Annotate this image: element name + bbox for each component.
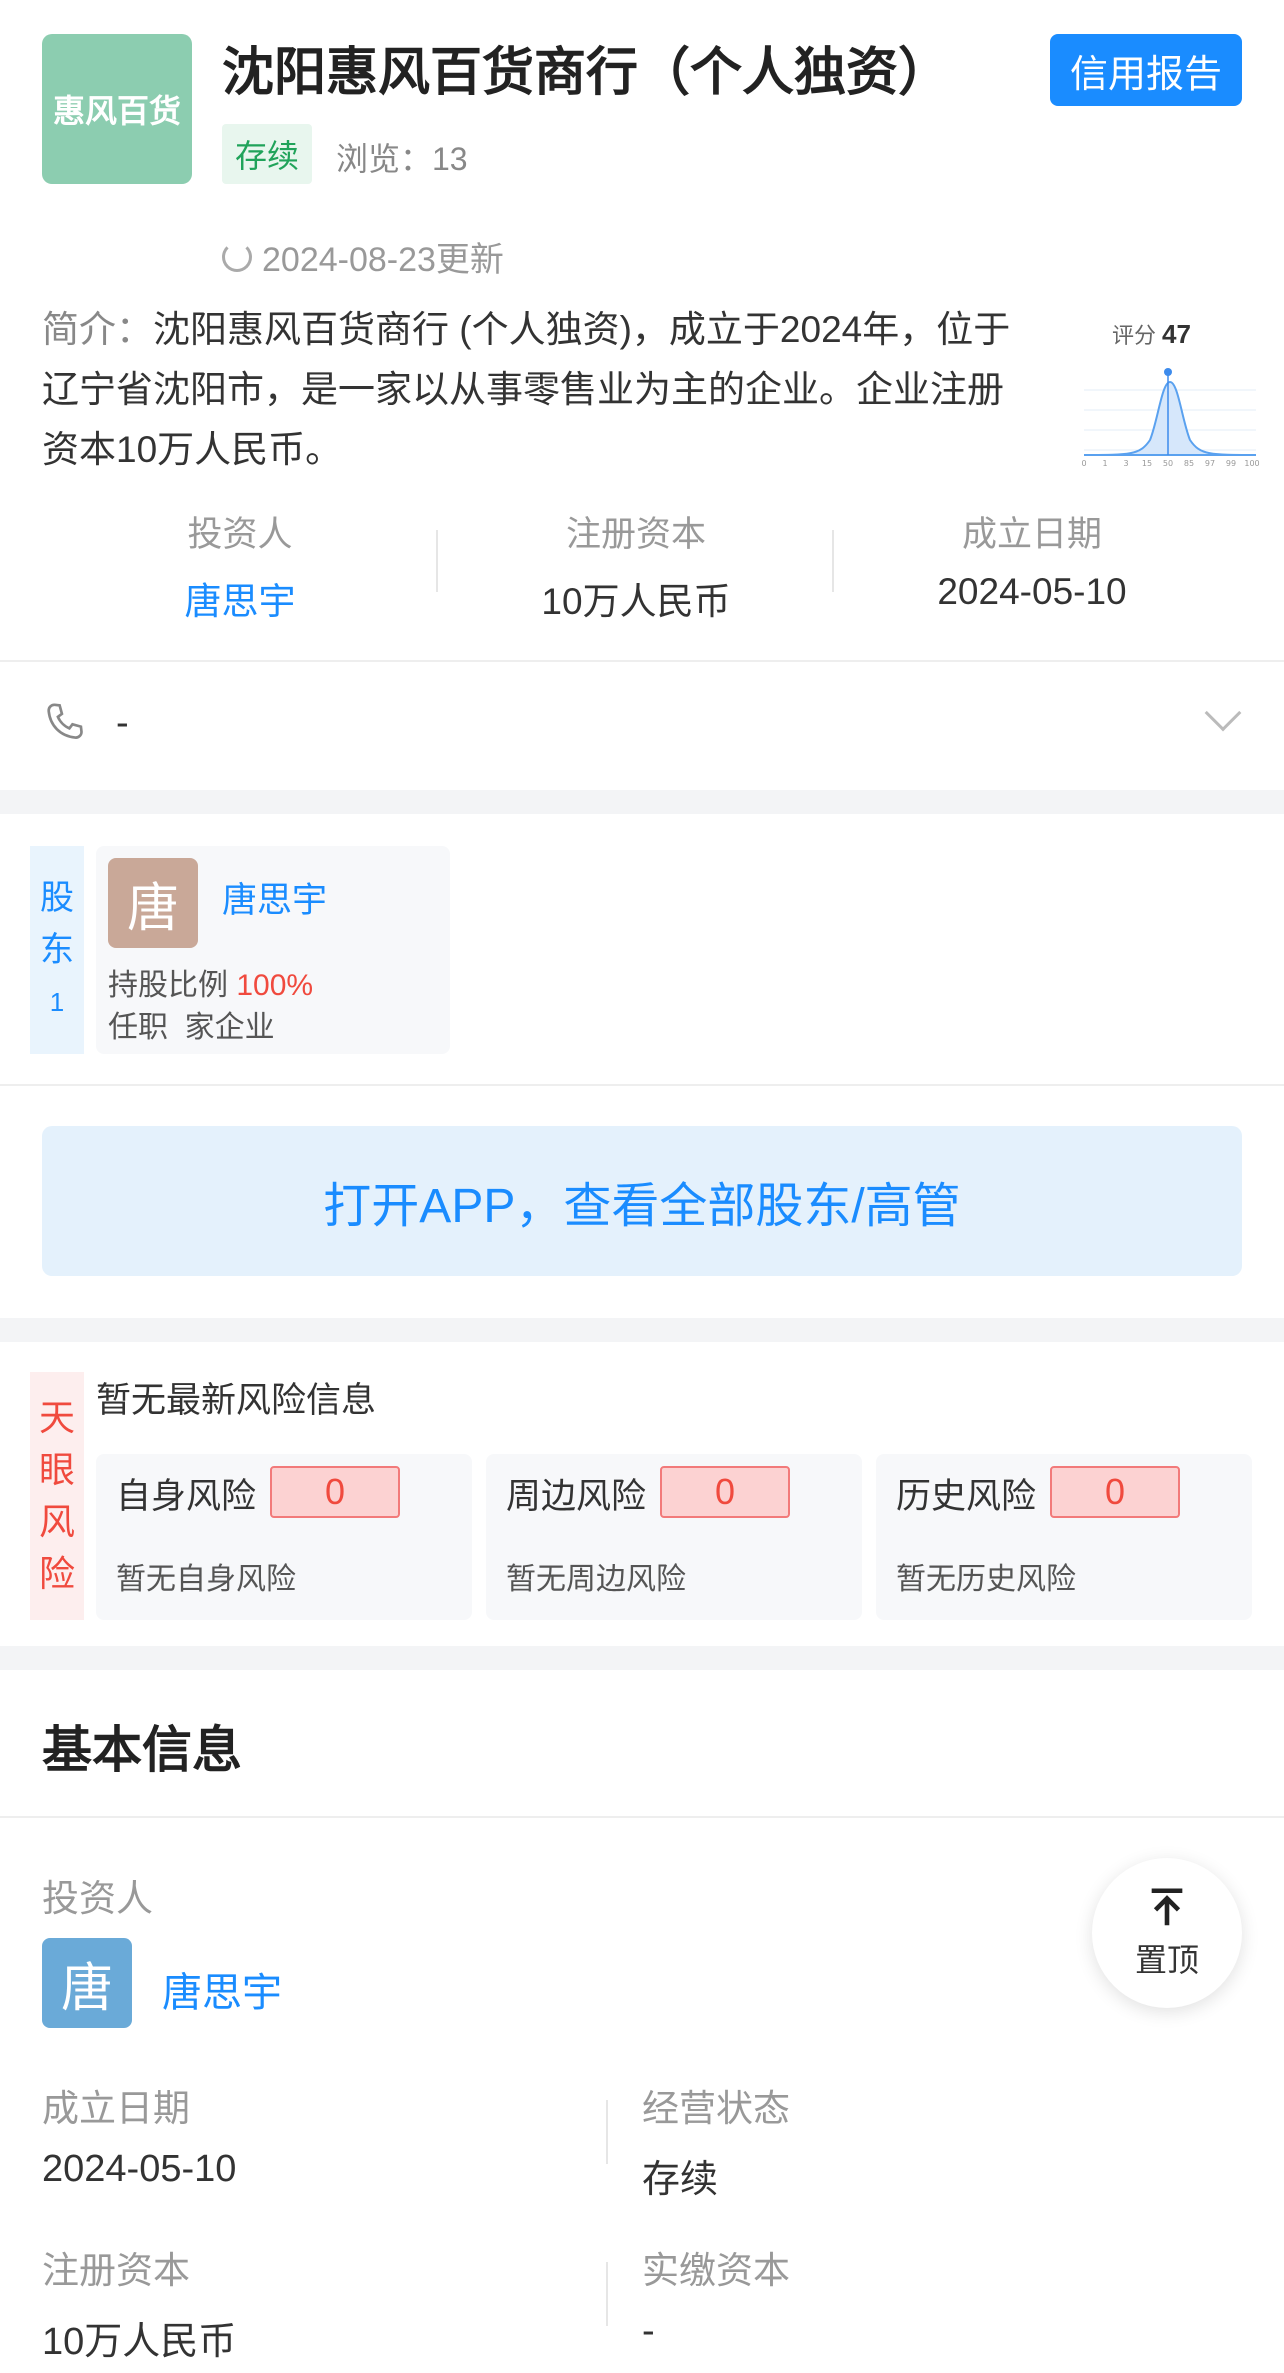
risk-tag: 天 眼 风 险 [30, 1372, 84, 1620]
score-tick-label: 15 [1142, 459, 1152, 468]
credit-report-button[interactable]: 信用报告 [1050, 34, 1242, 106]
score-tick-label: 50 [1163, 459, 1173, 468]
arrow-up-icon [1151, 1888, 1183, 1926]
avatar: 唐 [42, 1938, 132, 2028]
risk-card-self[interactable]: 自身风险 0 暂无自身风险 [96, 1454, 472, 1620]
tag-char: 股 [40, 879, 74, 917]
divider [0, 660, 1284, 662]
risk-count: 0 [270, 1466, 400, 1518]
divider [0, 1816, 1284, 1818]
phone-icon [47, 703, 83, 739]
tag-char: 东 [40, 931, 74, 969]
refresh-icon [222, 241, 252, 272]
field-label: 实缴资本 [642, 2250, 790, 2291]
basic-info-title: 基本信息 [42, 1722, 242, 1778]
divider [436, 530, 438, 592]
score-tick-label: 0 [1081, 459, 1086, 468]
field-value: - [642, 2310, 655, 2352]
tag-char: 险 [38, 1553, 75, 1594]
shareholder-role: 任职 家企业 [108, 1002, 275, 1046]
field-value: 2024-05-10 [42, 2148, 237, 2190]
risk-card-history[interactable]: 历史风险 0 暂无历史风险 [876, 1454, 1252, 1620]
update-date: 2024-08-23更新 [262, 241, 504, 279]
score-distribution-chart[interactable]: 0 1 3 15 50 85 97 99 100 [1080, 360, 1260, 470]
score-caption: 评分 [1112, 323, 1157, 348]
risk-count: 0 [1050, 1466, 1180, 1518]
divider [832, 530, 834, 592]
field-label: 注册资本 [42, 2250, 190, 2291]
score-value: 47 [1162, 319, 1191, 349]
intro-label: 简介： [42, 309, 153, 350]
chevron-down-icon[interactable] [1204, 694, 1242, 732]
open-app-button[interactable]: 打开APP，查看全部股东/高管 [42, 1126, 1242, 1276]
tag-char: 眼 [38, 1449, 75, 1490]
field-label: 成立日期 [42, 2088, 190, 2129]
phone-row[interactable]: - [42, 700, 129, 746]
stat-investor[interactable]: 投资人 唐思宇 [70, 506, 410, 625]
stat-label: 注册资本 [565, 515, 706, 554]
role-value: 家企业 [184, 1011, 275, 1044]
score-marker-dot [1164, 368, 1172, 376]
shareholder-card[interactable]: 唐 唐思宇 持股比例 100% 任职 家企业 [96, 846, 450, 1054]
risk-headline: 暂无最新风险信息 [96, 1381, 377, 1420]
role-label: 任职 [108, 1011, 168, 1044]
score-tick-label: 85 [1184, 459, 1194, 468]
score-tick-label: 100 [1244, 459, 1259, 468]
score-tick-label: 3 [1123, 459, 1128, 468]
risk-title: 历史风险 [896, 1477, 1037, 1516]
investor-name[interactable]: 唐思宇 [162, 1960, 282, 2018]
section-gap [0, 1318, 1284, 1342]
ratio-label: 持股比例 [108, 969, 228, 1002]
back-to-top-label: 置顶 [1134, 1942, 1199, 1978]
stat-capital: 注册资本 10万人民币 [466, 506, 806, 625]
score-label[interactable]: 评分 47 [1112, 318, 1191, 350]
view-count: 浏览：13 [336, 141, 468, 177]
divider [606, 2100, 608, 2164]
field-label: 经营状态 [642, 2088, 790, 2129]
shareholder-name[interactable]: 唐思宇 [222, 872, 327, 923]
risk-subtitle: 暂无自身风险 [116, 1563, 296, 1596]
tag-char: 风 [38, 1501, 75, 1542]
ratio-value: 100% [236, 969, 314, 1002]
score-curve [1083, 380, 1257, 456]
divider [606, 2262, 608, 2326]
stat-value: 10万人民币 [541, 581, 731, 622]
stat-label: 成立日期 [961, 515, 1102, 554]
score-tick-label: 99 [1226, 459, 1236, 468]
stat-value[interactable]: 唐思宇 [70, 571, 410, 625]
stat-value: 2024-05-10 [937, 571, 1127, 612]
stat-founded: 成立日期 2024-05-10 [862, 506, 1202, 613]
score-tick-label: 1 [1102, 459, 1107, 468]
update-info: 2024-08-23更新 [222, 232, 504, 281]
company-name: 沈阳惠风百货商行（个人独资） [222, 44, 951, 102]
stat-label: 投资人 [187, 515, 293, 554]
risk-subtitle: 暂无周边风险 [506, 1563, 686, 1596]
field-value: 存续 [642, 2159, 719, 2201]
avatar: 唐 [108, 858, 198, 948]
risk-card-surrounding[interactable]: 周边风险 0 暂无周边风险 [486, 1454, 862, 1620]
investor-label: 投资人 [42, 1878, 153, 1919]
shareholder-tag: 股 东 1 [30, 846, 84, 1054]
intro-text: 沈阳惠风百货商行 (个人独资)，成立于2024年，位于辽宁省沈阳市，是一家以从事… [42, 309, 1011, 470]
risk-title: 周边风险 [506, 1477, 647, 1516]
share-ratio: 持股比例 100% [108, 960, 313, 1004]
score-tick-label: 97 [1205, 459, 1215, 468]
company-logo: 惠风百货 [42, 34, 192, 184]
company-intro: 简介：沈阳惠风百货商行 (个人独资)，成立于2024年，位于辽宁省沈阳市，是一家… [42, 300, 1032, 480]
tag-char: 天 [38, 1397, 75, 1438]
risk-title: 自身风险 [116, 1477, 257, 1516]
section-gap [0, 790, 1284, 814]
back-to-top-button[interactable]: 置顶 [1092, 1858, 1242, 2008]
divider [0, 1084, 1284, 1086]
status-badge: 存续 [222, 124, 312, 184]
risk-count: 0 [660, 1466, 790, 1518]
field-value: 10万人民币 [42, 2321, 237, 2363]
risk-subtitle: 暂无历史风险 [896, 1563, 1076, 1596]
phone-value: - [116, 701, 129, 744]
shareholder-count: 1 [49, 987, 65, 1017]
section-gap [0, 1646, 1284, 1670]
